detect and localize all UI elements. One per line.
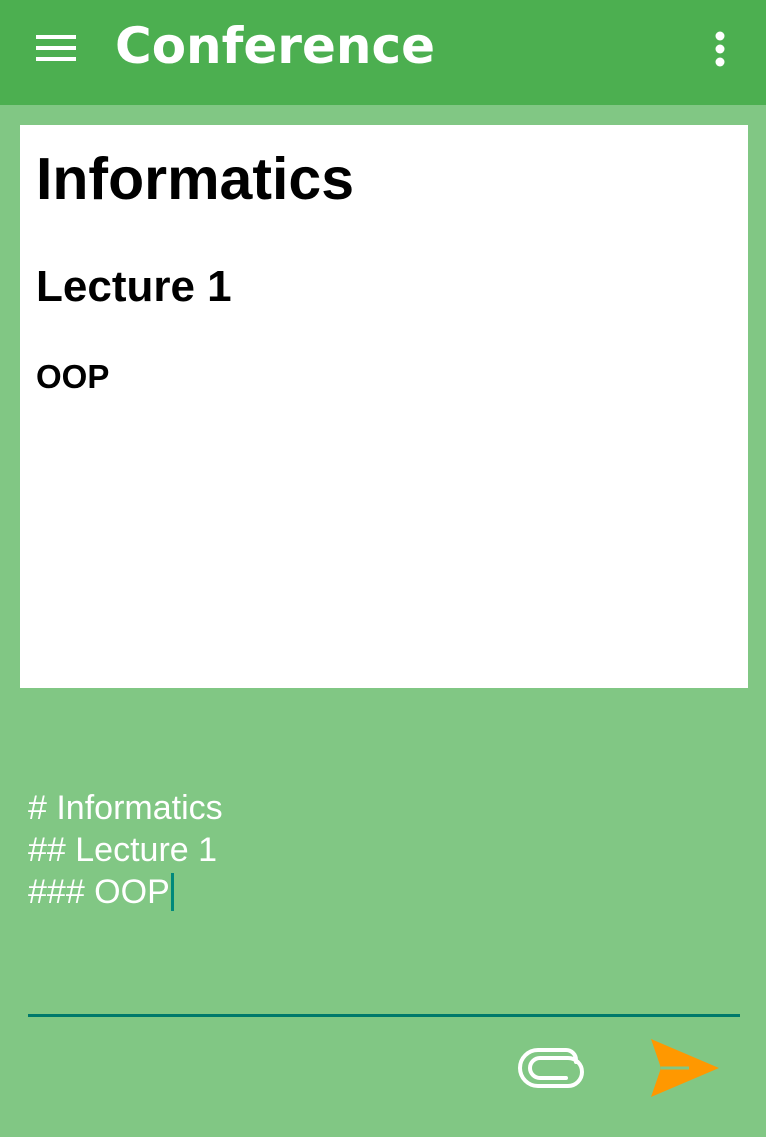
app-bar: Conference: [0, 0, 766, 105]
more-vert-icon: [715, 31, 725, 67]
text-cursor: [170, 873, 174, 911]
attach-button[interactable]: [510, 1040, 596, 1096]
editor-underline: [28, 1014, 740, 1017]
preview-heading-3: OOP: [36, 358, 110, 395]
preview-heading-1: Informatics: [36, 146, 355, 212]
menu-button[interactable]: [26, 26, 86, 70]
markdown-preview: Informatics Lecture 1 OOP: [20, 125, 748, 688]
editor-line[interactable]: ## Lecture 1: [28, 829, 740, 871]
message-editor[interactable]: # Informatics ## Lecture 1 ### OOP: [28, 787, 740, 1017]
menu-icon: [36, 35, 76, 61]
overflow-menu-button[interactable]: [700, 24, 740, 74]
send-icon: [651, 1039, 719, 1097]
editor-line[interactable]: # Informatics: [28, 787, 740, 829]
preview-heading-2: Lecture 1: [36, 262, 232, 311]
send-button[interactable]: [640, 1030, 730, 1106]
app-title: Conference: [115, 17, 436, 75]
editor-line[interactable]: ### OOP: [28, 871, 740, 913]
paperclip-icon: [518, 1048, 585, 1088]
